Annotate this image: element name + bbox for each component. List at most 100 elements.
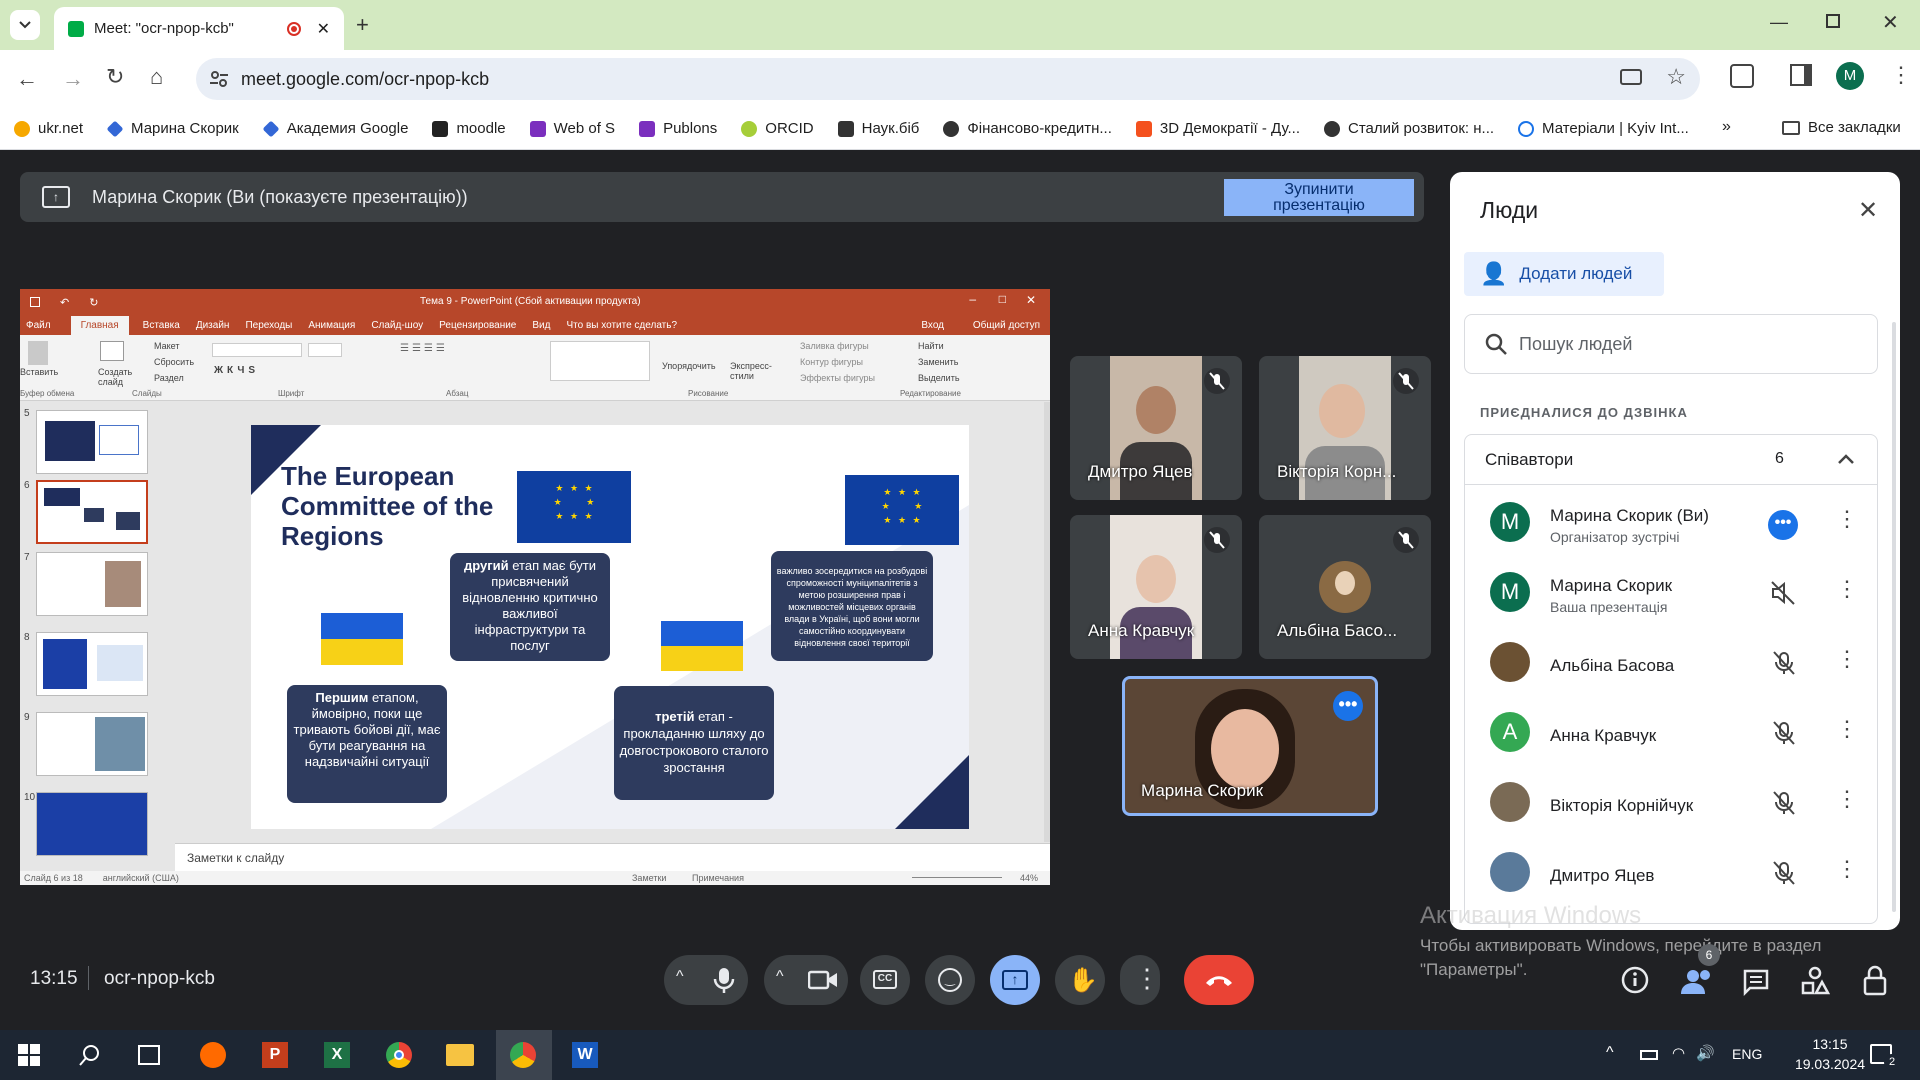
reload-icon[interactable]: ↻	[106, 64, 124, 90]
meeting-info-icon[interactable]	[1620, 965, 1650, 995]
redo-icon[interactable]: ↻	[89, 296, 98, 309]
select-button[interactable]: Выделить	[918, 373, 960, 383]
bookmark-item[interactable]: moodle	[432, 120, 506, 137]
more-options-icon[interactable]: ⋮	[1836, 786, 1858, 812]
more-options-icon[interactable]: ⋮	[1836, 716, 1858, 742]
side-panel-icon[interactable]	[1790, 64, 1812, 86]
quick-styles-button[interactable]: Экспресс-стили	[730, 361, 780, 381]
slide-thumbnail[interactable]	[36, 552, 148, 616]
zoom-slider[interactable]	[912, 877, 1002, 878]
ppt-minimize-icon[interactable]: –	[969, 292, 976, 306]
font-format-icons[interactable]: ЖКЧS	[214, 365, 259, 376]
tab-search-button[interactable]	[10, 10, 40, 40]
participant-tile[interactable]: Дмитро Яцев	[1070, 356, 1242, 500]
bookmark-item[interactable]: Web of S	[529, 120, 615, 137]
collaborators-header[interactable]: Співавтори 6	[1465, 435, 1877, 485]
bookmark-item[interactable]: Сталий розвиток: н...	[1324, 120, 1494, 137]
participant-row[interactable]: Вікторія Корнійчук ⋮	[1490, 766, 1880, 836]
wifi-icon[interactable]: ◠	[1672, 1044, 1685, 1062]
file-explorer-icon[interactable]	[446, 1044, 474, 1066]
bookmark-item[interactable]: Фінансово-кредитн...	[943, 120, 1112, 137]
chat-icon[interactable]	[1742, 968, 1770, 996]
shape-fill-button[interactable]: Заливка фигуры	[800, 341, 869, 351]
ppt-tab-active[interactable]: Главная	[70, 315, 129, 335]
slide-thumbnail[interactable]	[36, 792, 148, 856]
extensions-icon[interactable]	[1730, 64, 1754, 88]
leave-call-button[interactable]	[1184, 955, 1254, 1005]
bookmark-item[interactable]: 3D Демократії - Ду...	[1135, 120, 1300, 137]
profile-avatar[interactable]: M	[1836, 62, 1864, 90]
people-button[interactable]: 6	[1680, 944, 1720, 996]
address-bar[interactable]: meet.google.com/ocr-npop-kcb ☆	[196, 58, 1700, 100]
paste-icon[interactable]	[28, 341, 48, 365]
ppt-tab[interactable]: Анимация	[308, 320, 355, 331]
ppt-tab[interactable]: Файл	[26, 320, 51, 331]
browser-menu-icon[interactable]: ⋮	[1890, 62, 1912, 88]
chrome-taskbar-icon[interactable]	[386, 1042, 412, 1068]
bookmark-item[interactable]: ORCID	[741, 120, 814, 137]
ppt-tab[interactable]: Слайд-шоу	[371, 320, 423, 331]
all-bookmarks-button[interactable]: Все закладки	[1782, 119, 1901, 136]
ppt-restore-icon[interactable]: □	[999, 292, 1006, 306]
forward-icon[interactable]: →	[62, 66, 84, 92]
restore-button[interactable]	[1826, 14, 1840, 28]
stop-presenting-button[interactable]: Зупинити презентацію	[1224, 179, 1414, 216]
participant-row[interactable]: Альбіна Басова ⋮	[1490, 626, 1880, 696]
chrome-profile-taskbar-button[interactable]	[496, 1030, 552, 1080]
participant-row[interactable]: A Анна Кравчук ⋮	[1490, 696, 1880, 766]
word-taskbar-icon[interactable]: W	[572, 1042, 598, 1068]
windows-start-icon[interactable]	[18, 1044, 40, 1066]
task-view-icon[interactable]	[138, 1045, 160, 1065]
tray-chevron-icon[interactable]: ^	[1606, 1044, 1614, 1062]
ppt-tab[interactable]: Вид	[532, 320, 550, 331]
minimize-button[interactable]: —	[1770, 12, 1788, 33]
bookmark-item[interactable]: Академия Google	[262, 120, 408, 137]
close-panel-icon[interactable]: ✕	[1858, 196, 1878, 225]
notifications-icon[interactable]: 2	[1870, 1044, 1900, 1070]
save-icon[interactable]	[30, 297, 40, 307]
captions-button[interactable]: CC	[860, 955, 910, 1005]
participant-row[interactable]: M Марина Скорик (Ви) Організатор зустріч…	[1490, 486, 1880, 556]
site-settings-icon[interactable]	[210, 70, 228, 88]
firefox-icon[interactable]	[200, 1042, 226, 1068]
input-language[interactable]: ENG	[1732, 1046, 1762, 1062]
more-bookmarks-icon[interactable]: »	[1722, 118, 1731, 136]
reset-button[interactable]: Сбросить	[154, 357, 194, 367]
shape-outline-button[interactable]: Контур фигуры	[800, 357, 863, 367]
camera-button[interactable]	[808, 970, 838, 990]
layout-button[interactable]: Макет	[154, 341, 179, 351]
close-window-button[interactable]: ✕	[1882, 10, 1899, 35]
participant-row[interactable]: M Марина Скорик Ваша презентація ⋮	[1490, 556, 1880, 626]
tab-close-icon[interactable]: ✕	[317, 19, 330, 39]
undo-icon[interactable]: ↶	[60, 296, 69, 309]
ppt-tab[interactable]: Рецензирование	[439, 320, 516, 331]
clock-date[interactable]: 19.03.2024	[1790, 1056, 1870, 1072]
section-button[interactable]: Раздел	[154, 373, 184, 383]
bookmark-item[interactable]: Марина Скорик	[106, 120, 239, 137]
slide-scrollbar[interactable]	[1044, 402, 1050, 842]
activities-icon[interactable]	[1800, 966, 1830, 996]
more-options-icon[interactable]: ⋮	[1836, 856, 1858, 882]
add-people-button[interactable]: 👤 Додати людей	[1464, 252, 1664, 296]
panel-scrollbar[interactable]	[1892, 322, 1896, 912]
new-slide-icon[interactable]	[100, 341, 124, 361]
slide-thumbnail[interactable]	[36, 410, 148, 474]
emoji-button[interactable]: ‿	[925, 955, 975, 1005]
new-tab-button[interactable]: +	[356, 12, 369, 38]
people-search-input[interactable]: Пошук людей	[1464, 314, 1878, 374]
camera-permission-icon[interactable]	[1620, 69, 1642, 85]
clock-time[interactable]: 13:15	[1790, 1036, 1870, 1052]
back-icon[interactable]: ←	[16, 66, 38, 92]
home-icon[interactable]: ⌂	[150, 64, 163, 90]
status-comments-button[interactable]: Примечания	[692, 873, 744, 883]
ppt-tab[interactable]: Переходы	[245, 320, 292, 331]
bookmark-star-icon[interactable]: ☆	[1666, 64, 1686, 90]
new-slide-label[interactable]: Создать слайд	[98, 367, 142, 387]
camera-options-icon[interactable]: ^	[776, 968, 784, 986]
more-options-icon[interactable]: ⋮	[1836, 646, 1858, 672]
arrange-button[interactable]: Упорядочить	[662, 361, 716, 371]
participant-tile[interactable]: Вікторія Корн...	[1259, 356, 1431, 500]
ppt-share[interactable]: Общий доступ	[973, 320, 1040, 331]
bookmark-item[interactable]: ukr.net	[14, 120, 83, 137]
bookmark-item[interactable]: Наук.біб	[837, 120, 919, 137]
